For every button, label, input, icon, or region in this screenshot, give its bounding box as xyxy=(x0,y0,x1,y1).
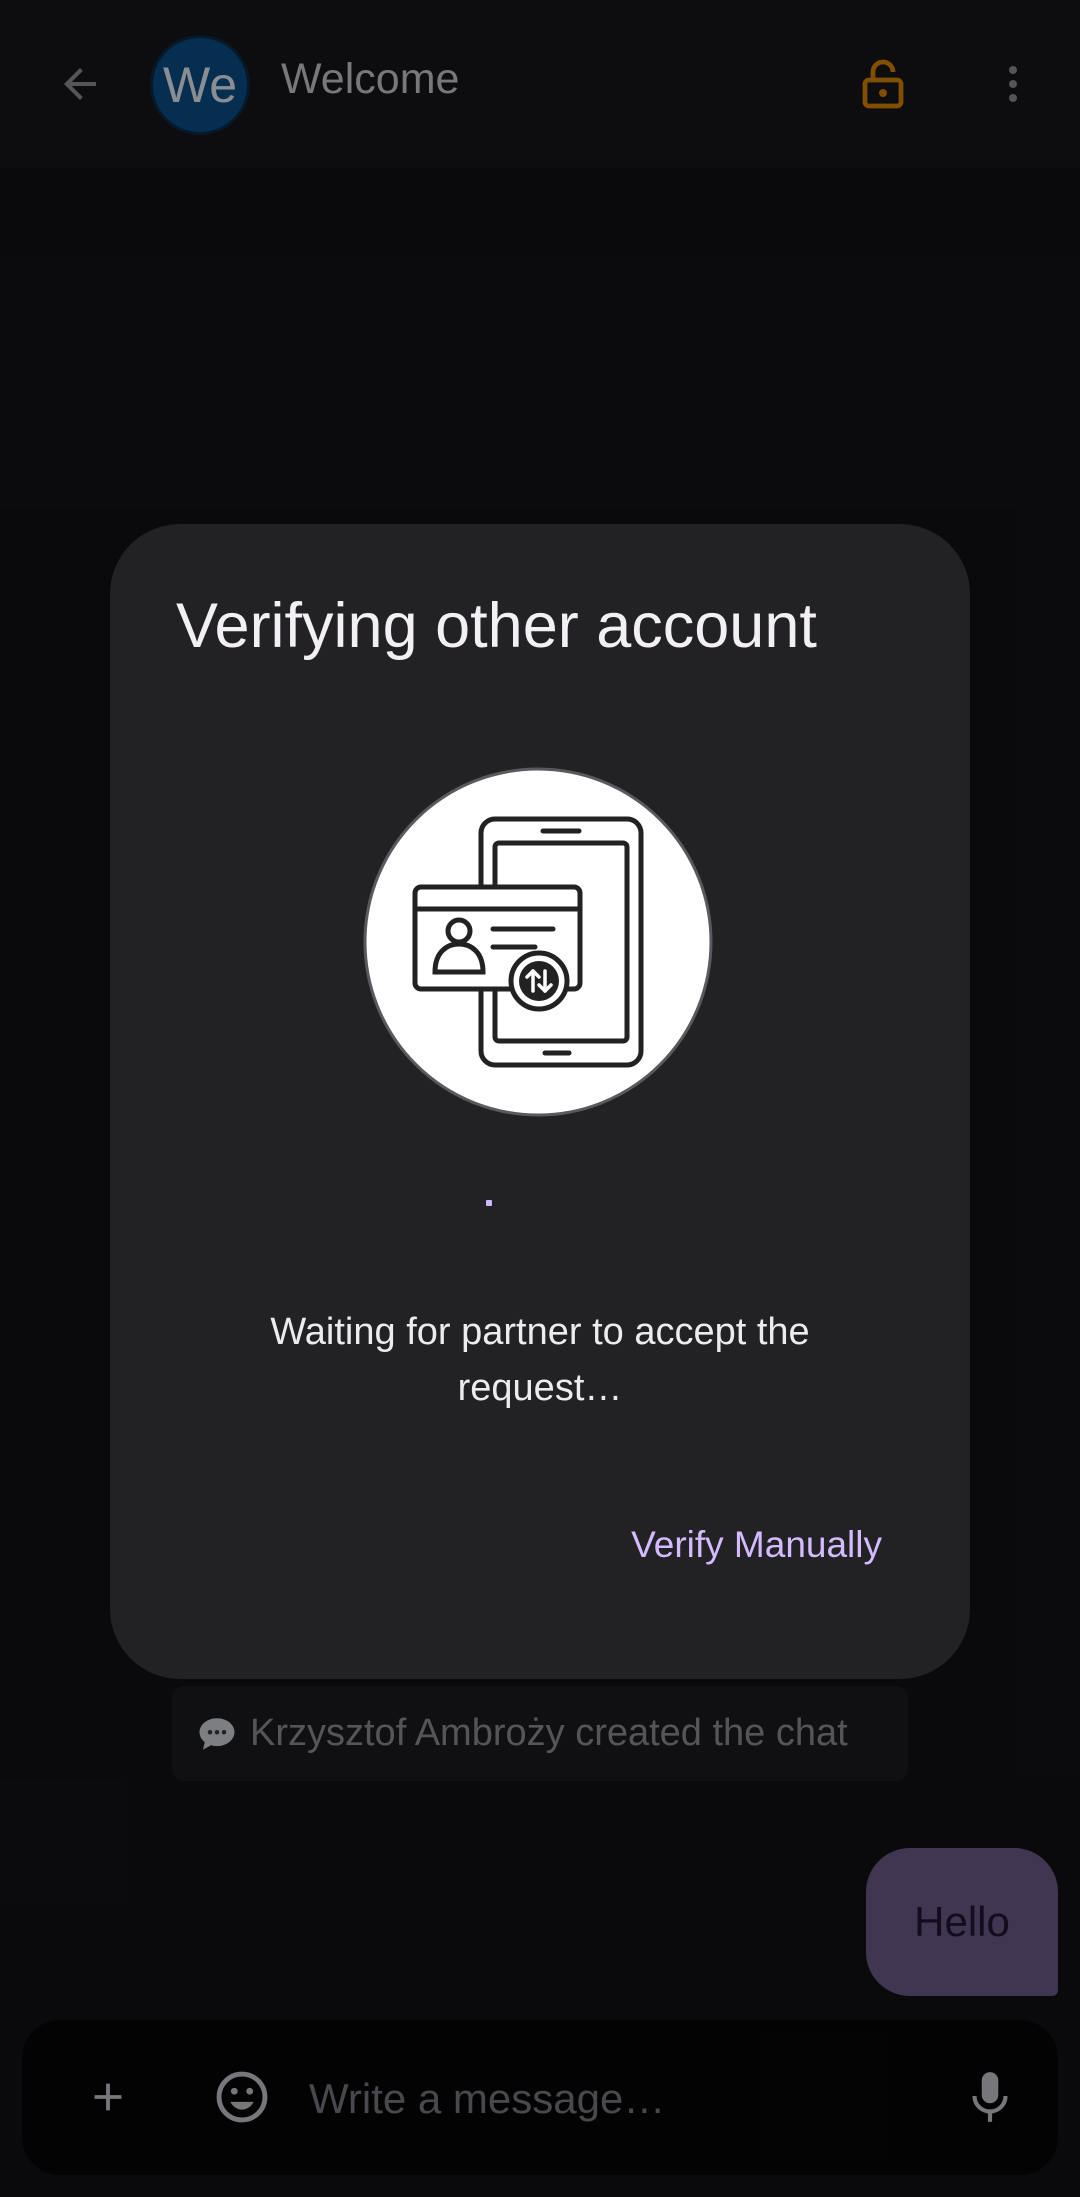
mic-icon xyxy=(972,2072,1008,2122)
arrow-back-icon xyxy=(64,68,96,100)
system-message: Krzysztof Ambroży created the chat xyxy=(172,1686,908,1781)
verification-dialog: Verifying other account Waiting for part… xyxy=(110,524,970,1679)
lock-open-icon xyxy=(862,59,904,109)
encryption-button[interactable] xyxy=(843,44,923,124)
app-bar: We Welcome xyxy=(0,0,1080,168)
message-text: Hello xyxy=(914,1898,1010,1945)
chat-title[interactable]: Welcome xyxy=(281,55,459,104)
message-composer xyxy=(22,2020,1058,2175)
verify-manually-button[interactable]: Verify Manually xyxy=(631,1524,882,1566)
message-bubble[interactable]: Hello xyxy=(866,1848,1058,1996)
dialog-title: Verifying other account xyxy=(176,591,817,661)
message-input[interactable] xyxy=(307,2062,951,2136)
more-vert-icon xyxy=(1009,66,1017,102)
system-message-text: Krzysztof Ambroży created the chat xyxy=(250,1712,848,1754)
add-icon xyxy=(94,2083,122,2111)
emoji-icon xyxy=(216,2071,268,2123)
back-button[interactable] xyxy=(40,44,120,124)
voice-message-button[interactable] xyxy=(950,2057,1030,2137)
emoji-button[interactable] xyxy=(202,2057,282,2137)
more-options-button[interactable] xyxy=(973,44,1053,124)
speech-bubble-icon xyxy=(196,1713,238,1755)
chat-screen: We Welcome Krzysztof Ambroży created the… xyxy=(0,0,1080,2197)
avatar[interactable]: We xyxy=(153,38,247,132)
progress-indicator xyxy=(486,1200,492,1206)
waiting-message: Waiting for partner to accept the reques… xyxy=(270,1311,810,1409)
add-attachment-button[interactable] xyxy=(68,2057,148,2137)
phone-id-card-verification-illustration xyxy=(363,767,713,1117)
